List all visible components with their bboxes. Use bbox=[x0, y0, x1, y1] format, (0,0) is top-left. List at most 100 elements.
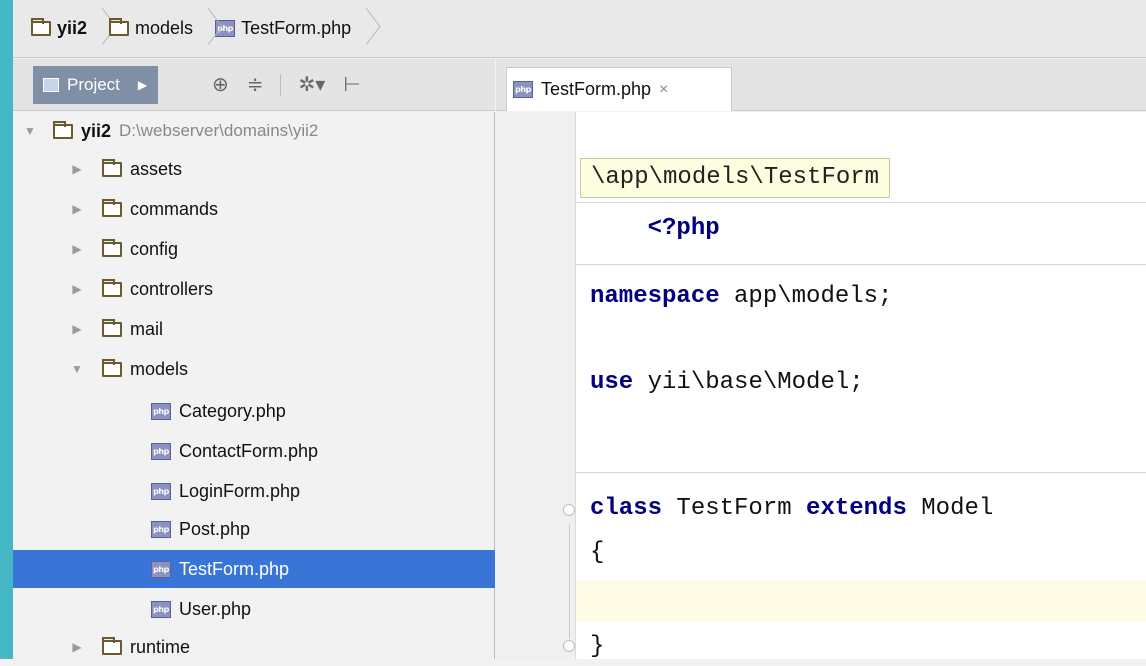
tree-item-label: mail bbox=[130, 318, 164, 339]
code-text: TestForm bbox=[662, 495, 807, 522]
expanded-arrow-icon[interactable]: ▼ bbox=[23, 124, 37, 138]
toolbar-divider bbox=[279, 73, 281, 96]
php-file-icon: php bbox=[151, 520, 171, 538]
project-view-selector[interactable]: Project ▶ bbox=[33, 65, 158, 104]
fold-end-marker-icon[interactable] bbox=[563, 640, 575, 652]
tree-item-label: assets bbox=[130, 158, 183, 179]
php-file-icon: php bbox=[151, 482, 171, 500]
tree-item-label: models bbox=[130, 358, 189, 379]
breadcrumb-separator bbox=[93, 9, 105, 49]
php-file-icon: php bbox=[151, 600, 171, 618]
dropdown-arrow-icon: ▶ bbox=[137, 77, 148, 92]
tree-folder-controllers[interactable]: ▶ controllers bbox=[13, 270, 495, 308]
code-text: Model bbox=[906, 495, 994, 522]
tree-folder-runtime[interactable]: ▶ runtime bbox=[13, 628, 495, 666]
tree-file-category[interactable]: php Category.php bbox=[13, 392, 495, 430]
editor-tab-bar: php TestForm.php × bbox=[496, 59, 1146, 111]
tree-folder-assets[interactable]: ▶ assets bbox=[13, 150, 495, 188]
tree-folder-models[interactable]: ▼ models bbox=[13, 350, 495, 388]
project-tab-label: Project bbox=[67, 74, 120, 94]
code-line-use: use yii\base\Model; bbox=[590, 368, 864, 398]
collapsed-arrow-icon[interactable]: ▶ bbox=[70, 242, 84, 256]
tab-label: TestForm.php bbox=[541, 79, 652, 99]
code-line-class: class TestForm extends Model bbox=[590, 494, 993, 524]
scroll-from-source-icon[interactable]: ⊕ bbox=[212, 72, 229, 97]
php-file-icon: php bbox=[151, 402, 171, 420]
folder-icon bbox=[102, 358, 122, 377]
tree-item-label: TestForm.php bbox=[179, 558, 290, 579]
tree-file-testform[interactable]: php TestForm.php bbox=[13, 550, 495, 588]
php-file-icon: php bbox=[513, 81, 533, 98]
tree-folder-mail[interactable]: ▶ mail bbox=[13, 310, 495, 348]
project-toolbar: Project ▶ ⊕ ≑ ✲▾ ⊢ bbox=[13, 59, 495, 111]
code-text: } bbox=[590, 633, 605, 660]
breadcrumb-label: models bbox=[135, 18, 194, 38]
keyword: use bbox=[590, 369, 634, 396]
close-icon[interactable]: × bbox=[659, 81, 668, 99]
code-line-open-brace: { bbox=[590, 538, 604, 568]
folder-icon bbox=[31, 18, 51, 36]
folder-icon bbox=[102, 318, 122, 337]
keyword: extends bbox=[806, 495, 907, 522]
tree-file-loginform[interactable]: php LoginForm.php bbox=[13, 472, 495, 510]
tree-root-yii2[interactable]: ▼ yii2 D:\webserver\domains\yii2 bbox=[13, 112, 495, 150]
php-file-icon: php bbox=[151, 560, 171, 578]
folder-icon bbox=[102, 238, 122, 257]
breadcrumb-separator bbox=[199, 9, 211, 49]
tab-testform[interactable]: php TestForm.php × bbox=[506, 67, 732, 111]
tree-item-label: commands bbox=[130, 198, 219, 219]
folder-icon bbox=[102, 278, 122, 297]
collapsed-arrow-icon[interactable]: ▶ bbox=[70, 322, 84, 336]
root-path: D:\webserver\domains\yii2 bbox=[119, 121, 319, 140]
tree-file-user[interactable]: php User.php bbox=[13, 590, 495, 628]
code-text: app\models; bbox=[719, 283, 893, 310]
breadcrumb-separator bbox=[357, 9, 369, 49]
expanded-arrow-icon[interactable]: ▼ bbox=[70, 362, 84, 376]
divider bbox=[576, 264, 1146, 265]
tree-item-label: config bbox=[130, 238, 179, 259]
gear-icon[interactable]: ✲▾ bbox=[299, 72, 326, 97]
collapsed-arrow-icon[interactable]: ▶ bbox=[70, 202, 84, 216]
php-file-icon: php bbox=[151, 442, 171, 460]
tree-folder-commands[interactable]: ▶ commands bbox=[13, 190, 495, 228]
keyword: class bbox=[590, 495, 663, 522]
keyword: namespace bbox=[590, 283, 720, 310]
code-editor[interactable]: \app\models\TestForm <?php namespace app… bbox=[496, 112, 1146, 660]
collapsed-arrow-icon[interactable]: ▶ bbox=[70, 640, 84, 654]
left-edge-stripe bbox=[0, 0, 13, 659]
current-line-highlight bbox=[576, 580, 1146, 622]
divider bbox=[576, 472, 1146, 473]
folder-icon bbox=[102, 198, 122, 217]
hide-panel-icon[interactable]: ⊢ bbox=[343, 72, 360, 97]
tree-item-label: yii2 bbox=[81, 120, 112, 141]
collapsed-arrow-icon[interactable]: ▶ bbox=[70, 282, 84, 296]
tree-folder-config[interactable]: ▶ config bbox=[13, 230, 495, 268]
breadcrumb-label: TestForm.php bbox=[241, 18, 352, 38]
php-open-tag: <?php bbox=[647, 215, 720, 242]
code-text: { bbox=[590, 539, 605, 566]
editor-gutter[interactable] bbox=[496, 112, 576, 659]
code-line-1: <?php bbox=[590, 184, 720, 242]
project-tree: ▼ yii2 D:\webserver\domains\yii2 ▶ asset… bbox=[13, 112, 495, 659]
tree-file-contactform[interactable]: php ContactForm.php bbox=[13, 432, 495, 470]
tree-item-label: controllers bbox=[130, 278, 214, 299]
tree-item-label: User.php bbox=[179, 598, 252, 619]
tree-item-label: ContactForm.php bbox=[179, 440, 319, 461]
folder-icon bbox=[53, 120, 73, 139]
collapse-all-icon[interactable]: ≑ bbox=[247, 72, 264, 97]
fold-guide bbox=[569, 524, 570, 639]
folder-icon bbox=[109, 18, 130, 36]
project-icon bbox=[43, 77, 59, 92]
fold-marker-icon[interactable] bbox=[563, 504, 575, 516]
breadcrumb-item-testform[interactable]: php TestForm.php bbox=[215, 9, 357, 49]
tree-item-label: runtime bbox=[130, 636, 191, 657]
collapsed-arrow-icon[interactable]: ▶ bbox=[70, 162, 84, 176]
breadcrumb: yii2 models php TestForm.php bbox=[13, 0, 1146, 58]
tree-item-label: Category.php bbox=[179, 400, 286, 421]
breadcrumb-item-models[interactable]: models bbox=[109, 9, 199, 49]
breadcrumb-item-yii2[interactable]: yii2 bbox=[31, 9, 93, 49]
code-line-namespace: namespace app\models; bbox=[590, 282, 892, 312]
breadcrumb-label: yii2 bbox=[57, 18, 88, 38]
code-text: yii\base\Model; bbox=[633, 369, 864, 396]
tree-file-post[interactable]: php Post.php bbox=[13, 510, 495, 548]
